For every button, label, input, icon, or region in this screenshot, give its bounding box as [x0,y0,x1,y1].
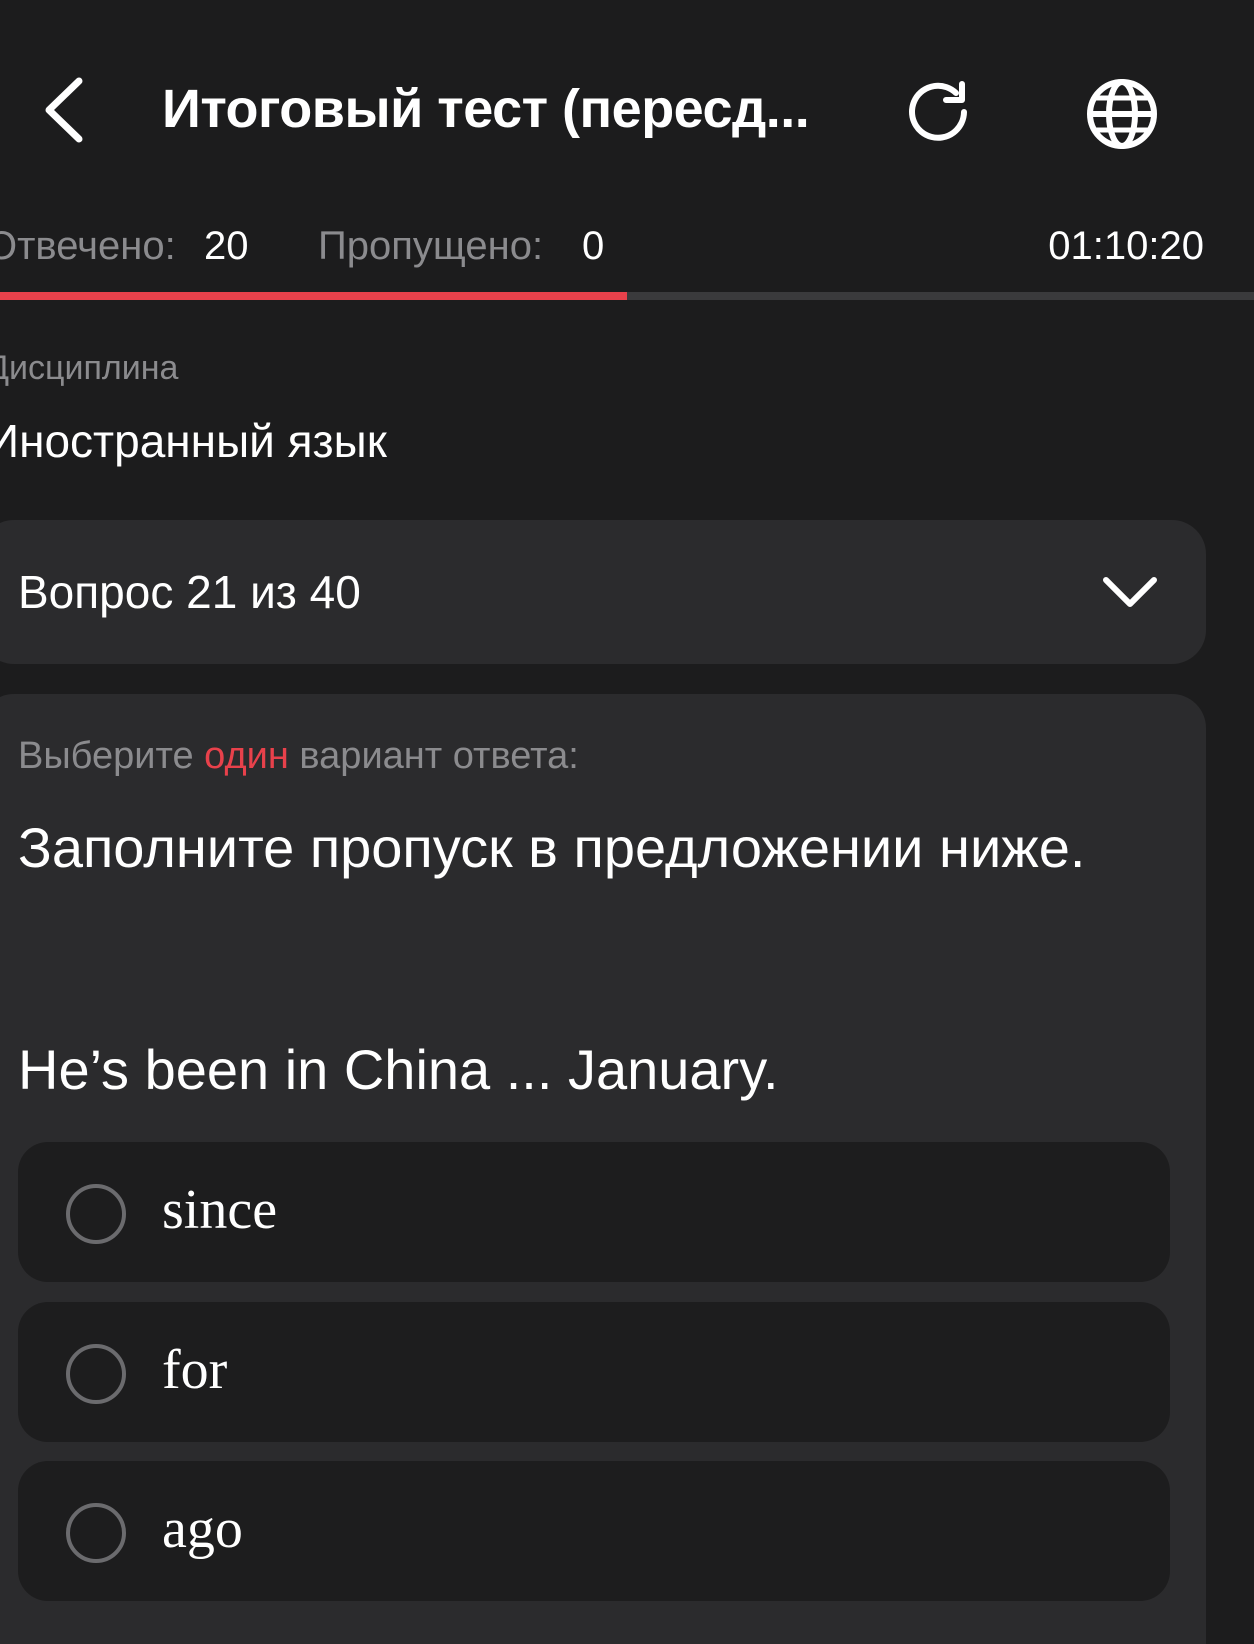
radio-button[interactable] [66,1503,126,1563]
refresh-icon [909,81,967,141]
question-text: Заполните пропуск в предложении ниже. [18,816,1086,879]
timer: 01:10:20 [1048,224,1204,268]
option-label: since [162,1179,278,1241]
language-button[interactable] [1080,72,1164,156]
instruction-accent: один [204,735,289,777]
question-card: Выберите один вариант ответа: Заполните … [0,694,1206,1644]
progress-bar [0,292,1254,300]
chevron-down-icon [1103,577,1157,607]
discipline-label: Дисциплина [0,349,179,387]
answered-count: 20 [204,224,249,268]
page-title: Итоговый тест (пересд... [162,79,810,139]
question-sentence: He’s been in China ... January. [18,1038,779,1101]
test-stats: Отвечено: 20 Пропущено: 0 01:10:20 [0,216,1254,276]
question-selector[interactable]: Вопрос 21 из 40 [0,520,1206,664]
answer-option[interactable]: for [18,1302,1170,1442]
skipped-label: Пропущено: [318,224,544,268]
option-label: for [162,1339,228,1401]
radio-button[interactable] [66,1344,126,1404]
back-button[interactable] [28,72,98,148]
answer-instruction: Выберите один вариант ответа: [18,728,579,784]
skipped-count: 0 [582,224,605,268]
instruction-suffix: вариант ответа: [288,735,579,777]
instruction-prefix: Выберите [18,735,205,777]
globe-icon [1087,79,1157,149]
chevron-left-icon [45,77,83,143]
app-header: Итоговый тест (пересд... [0,50,1254,170]
answer-option[interactable]: since [18,1142,1170,1282]
answered-label: Отвечено: [0,224,176,268]
test-screen: Итоговый тест (пересд... Отвечено: 20 Пр… [0,0,1254,1644]
option-label: ago [162,1498,243,1560]
refresh-button[interactable] [900,72,980,152]
answer-option[interactable]: ago [18,1461,1170,1601]
question-number-label: Вопрос 21 из 40 [18,566,361,618]
progress-fill [0,292,627,300]
discipline-value: Иностранный язык [0,415,387,467]
radio-button[interactable] [66,1184,126,1244]
